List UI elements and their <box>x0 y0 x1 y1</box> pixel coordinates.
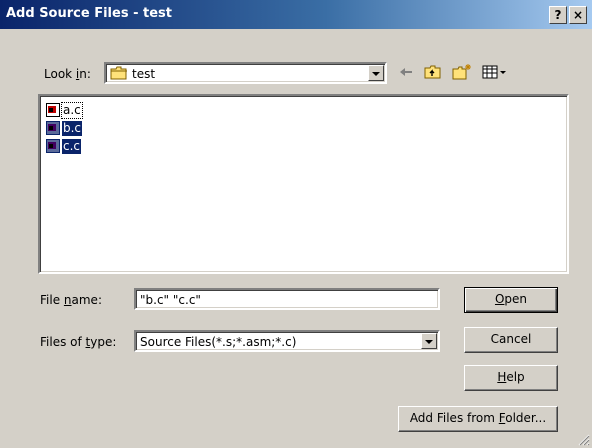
file-item-c[interactable]: c.c <box>46 138 82 154</box>
look-in-combo[interactable]: test <box>104 62 387 84</box>
file-item-b[interactable]: b.c <box>46 120 83 136</box>
file-list[interactable]: a.c b.c c.c <box>38 94 569 274</box>
window-title: Add Source Files - test <box>6 6 172 21</box>
close-title-button[interactable]: × <box>569 6 587 24</box>
look-in-label: Look in: <box>44 67 91 81</box>
view-menu-icon[interactable] <box>482 63 508 81</box>
files-of-type-value: Source Files(*.s;*.asm;*.c) <box>140 335 297 349</box>
up-folder-icon[interactable] <box>424 63 442 81</box>
c-file-icon <box>46 103 60 117</box>
resize-grip-icon[interactable] <box>576 432 590 446</box>
file-name-c: c.c <box>62 138 82 154</box>
file-name-value: "b.c" "c.c" <box>140 293 201 307</box>
look-in-dropdown-button[interactable] <box>368 65 384 81</box>
help-title-button[interactable]: ? <box>549 6 567 24</box>
cancel-button[interactable]: Cancel <box>464 327 558 353</box>
c-file-icon <box>46 139 60 153</box>
file-name-input[interactable]: "b.c" "c.c" <box>134 288 440 310</box>
c-file-icon <box>46 121 60 135</box>
new-folder-icon[interactable] <box>452 63 472 81</box>
files-of-type-select[interactable]: Source Files(*.s;*.asm;*.c) <box>134 330 440 352</box>
file-name-b: b.c <box>62 120 83 136</box>
help-button[interactable]: Help <box>464 365 558 391</box>
back-arrow-icon[interactable] <box>398 63 414 81</box>
file-name-a: a.c <box>61 101 83 119</box>
file-name-label: File name: <box>40 293 102 307</box>
files-of-type-label: Files of type: <box>40 335 117 349</box>
look-in-value: test <box>132 67 156 81</box>
file-item-a[interactable]: a.c <box>46 101 83 119</box>
open-button[interactable]: Open <box>464 287 558 313</box>
folder-icon <box>110 66 128 83</box>
files-of-type-dropdown-button[interactable] <box>421 333 437 349</box>
title-bar: Add Source Files - test ? × <box>0 0 592 30</box>
add-files-from-folder-button[interactable]: Add Files from Folder... <box>398 406 558 432</box>
